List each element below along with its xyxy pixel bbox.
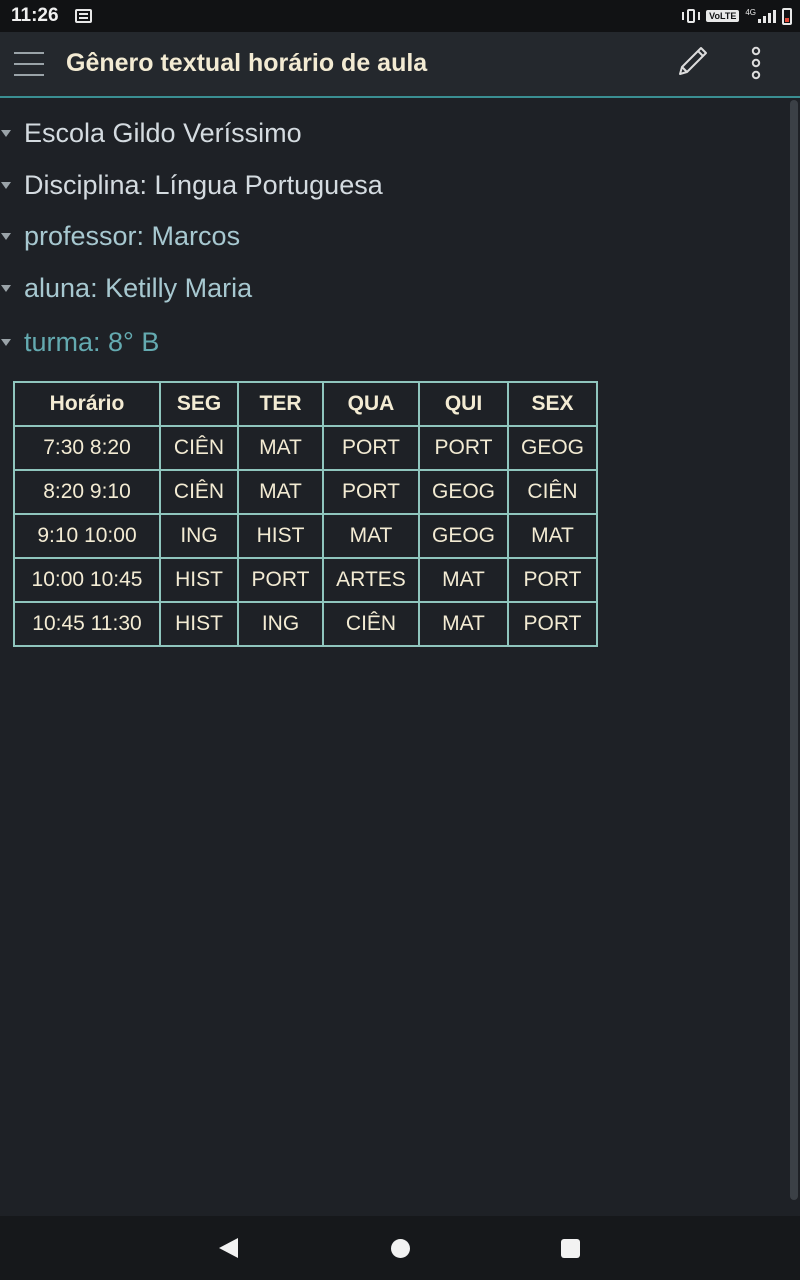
vibrate-icon xyxy=(682,8,701,24)
scrollbar[interactable] xyxy=(790,100,798,1200)
notification-icon xyxy=(75,9,92,23)
outline-item[interactable]: aluna: Ketilly Maria xyxy=(0,268,252,308)
column-header: SEX xyxy=(507,381,598,427)
status-bar: 11:26 VoLTE 4G xyxy=(0,0,800,32)
table-cell: ING xyxy=(159,513,239,559)
status-time: 11:26 xyxy=(11,5,59,26)
collapse-caret-icon[interactable] xyxy=(1,181,11,189)
table-cell: ING xyxy=(237,601,324,647)
table-header-row: Horário SEG TER QUA QUI SEX xyxy=(13,381,598,427)
column-header: TER xyxy=(237,381,324,427)
table-cell: MAT xyxy=(322,513,420,559)
outline-item[interactable]: Disciplina: Língua Portuguesa xyxy=(0,165,383,205)
network-type: 4G xyxy=(745,8,756,17)
table-cell: CIÊN xyxy=(322,601,420,647)
table-cell: MAT xyxy=(418,601,509,647)
table-cell: PORT xyxy=(507,601,598,647)
table-cell: GEOG xyxy=(507,425,598,471)
collapse-caret-icon[interactable] xyxy=(1,129,11,137)
table-cell: PORT xyxy=(322,425,420,471)
table-row: 10:00 10:45 HIST PORT ARTES MAT PORT xyxy=(13,557,598,603)
table-cell: CIÊN xyxy=(159,469,239,515)
table-row: 10:45 11:30 HIST ING CIÊN MAT PORT xyxy=(13,601,598,647)
table-cell: CIÊN xyxy=(159,425,239,471)
table-cell: CIÊN xyxy=(507,469,598,515)
document-content: Escola Gildo Veríssimo Disciplina: Língu… xyxy=(0,100,790,1216)
page-title: Gênero textual horário de aula xyxy=(66,49,428,77)
app-bar: Gênero textual horário de aula xyxy=(0,32,800,98)
table-cell: PORT xyxy=(507,557,598,603)
collapse-caret-icon[interactable] xyxy=(1,232,11,240)
table-cell: MAT xyxy=(418,557,509,603)
table-cell: ARTES xyxy=(322,557,420,603)
column-header: Horário xyxy=(13,381,161,427)
table-cell: GEOG xyxy=(418,469,509,515)
menu-icon[interactable] xyxy=(14,52,44,76)
battery-icon xyxy=(782,7,792,25)
table-cell: PORT xyxy=(322,469,420,515)
column-header: QUA xyxy=(322,381,420,427)
status-icons: VoLTE 4G xyxy=(682,6,792,26)
table-cell: HIST xyxy=(159,557,239,603)
outline-item[interactable]: turma: 8° B xyxy=(0,322,159,362)
table-cell: 9:10 10:00 xyxy=(13,513,161,559)
more-vert-icon[interactable] xyxy=(742,46,770,80)
home-icon[interactable] xyxy=(391,1239,410,1258)
collapse-caret-icon[interactable] xyxy=(1,284,11,292)
table-cell: HIST xyxy=(237,513,324,559)
table-cell: MAT xyxy=(237,425,324,471)
volte-badge: VoLTE xyxy=(706,10,740,22)
table-cell: PORT xyxy=(418,425,509,471)
outline-item-text: aluna: Ketilly Maria xyxy=(24,272,253,303)
table-cell: GEOG xyxy=(418,513,509,559)
outline-item[interactable]: professor: Marcos xyxy=(0,216,240,256)
table-row: 9:10 10:00 ING HIST MAT GEOG MAT xyxy=(13,513,598,559)
column-header: QUI xyxy=(418,381,509,427)
table-cell: MAT xyxy=(237,469,324,515)
signal-icon xyxy=(758,9,776,23)
table-row: 8:20 9:10 CIÊN MAT PORT GEOG CIÊN xyxy=(13,469,598,515)
table-cell: PORT xyxy=(237,557,324,603)
table-row: 7:30 8:20 CIÊN MAT PORT PORT GEOG xyxy=(13,425,598,471)
outline-item-text: professor: Marcos xyxy=(24,220,241,251)
table-cell: 8:20 9:10 xyxy=(13,469,161,515)
table-cell: 10:45 11:30 xyxy=(13,601,161,647)
table-cell: 7:30 8:20 xyxy=(13,425,161,471)
edit-icon[interactable] xyxy=(674,44,710,80)
back-icon[interactable] xyxy=(219,1238,238,1258)
schedule-table: Horário SEG TER QUA QUI SEX 7:30 8:20 CI… xyxy=(13,381,598,647)
outline-item-text: Escola Gildo Veríssimo xyxy=(24,117,302,148)
table-cell: MAT xyxy=(507,513,598,559)
column-header: SEG xyxy=(159,381,239,427)
outline-item-text: Disciplina: Língua Portuguesa xyxy=(24,169,383,200)
outline-item-text: turma: 8° B xyxy=(24,326,160,357)
outline-item[interactable]: Escola Gildo Veríssimo xyxy=(0,113,302,153)
table-cell: HIST xyxy=(159,601,239,647)
recent-apps-icon[interactable] xyxy=(561,1239,580,1258)
table-cell: 10:00 10:45 xyxy=(13,557,161,603)
collapse-caret-icon[interactable] xyxy=(1,338,11,346)
